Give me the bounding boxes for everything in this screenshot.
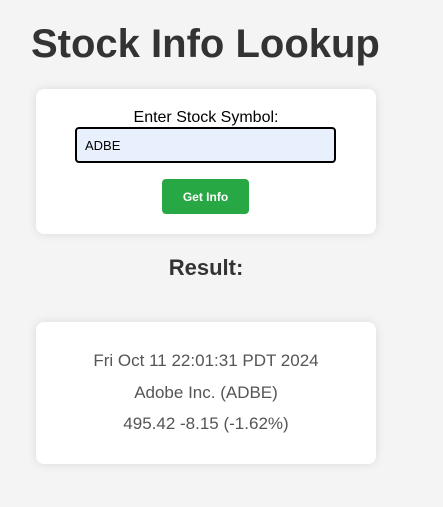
get-info-button[interactable]: Get Info <box>162 179 249 214</box>
stock-symbol-label: Enter Stock Symbol: <box>133 109 279 126</box>
result-heading: Result: <box>168 255 244 280</box>
result-card: Fri Oct 11 22:01:31 PDT 2024 Adobe Inc. … <box>36 322 376 464</box>
result-company: Adobe Inc. (ADBE) <box>134 383 278 402</box>
result-timestamp: Fri Oct 11 22:01:31 PDT 2024 <box>93 351 319 370</box>
page-title: Stock Info Lookup <box>31 22 380 66</box>
lookup-form-card: Enter Stock Symbol: Get Info <box>36 89 376 234</box>
stock-symbol-input[interactable] <box>75 127 336 163</box>
result-quote: 495.42 -8.15 (-1.62%) <box>123 414 289 433</box>
